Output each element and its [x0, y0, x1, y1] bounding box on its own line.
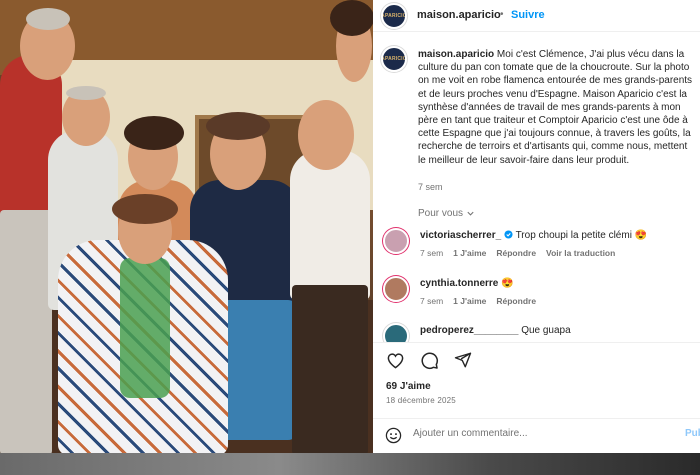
comment-meta: 7 sem 1 J'aime Répondre [420, 296, 536, 306]
for-you-toggle[interactable]: Pour vous [418, 208, 475, 219]
like-count[interactable]: 69 J'aime [386, 381, 431, 392]
verified-badge-icon [504, 230, 513, 239]
comment-item: victoriascherrer_ Trop choupi la petite … [383, 228, 693, 264]
author-avatar[interactable]: APARICIO [381, 3, 407, 29]
chevron-down-icon [467, 211, 474, 216]
commenter-username[interactable]: cynthia.tonnerre [420, 278, 498, 289]
comment-time: 7 sem [420, 296, 444, 306]
header-separator: • [500, 9, 504, 20]
girl-hair [112, 194, 178, 224]
comment-item: pedroperez________ Que guapa [383, 323, 693, 349]
post-header: APARICIO maison.aparicio • Suivre [373, 0, 700, 32]
person-grey-trousers [0, 210, 52, 455]
follow-button[interactable]: Suivre [511, 9, 545, 21]
share-button[interactable] [453, 350, 473, 370]
comment-time: 7 sem [420, 248, 444, 258]
like-button[interactable] [385, 350, 405, 370]
comment-item: cynthia.tonnerre 😍 7 sem 1 J'aime Répond… [383, 276, 693, 312]
commenter-username[interactable]: pedroperez________ [420, 325, 518, 336]
reply-button[interactable]: Répondre [496, 296, 536, 306]
author-username[interactable]: maison.aparicio [417, 9, 501, 21]
comment-emoji: 😍 [501, 278, 514, 289]
comment-text: Que guapa [521, 325, 571, 336]
person-white-shirt [290, 150, 370, 300]
caption-text: Moi c'est Clémence, J'ai plus vécu dans … [418, 49, 693, 166]
comment-text-line: victoriascherrer_ Trop choupi la petite … [420, 230, 647, 241]
background-strip [0, 453, 700, 475]
person-dark-trousers [292, 285, 368, 455]
post-caption: maison.aparicio Moi c'est Clémence, J'ai… [418, 48, 693, 167]
add-comment-input[interactable] [413, 428, 663, 439]
comment-text: Trop choupi la petite clémi [515, 230, 632, 241]
person-head [298, 100, 354, 170]
smiley-icon [385, 427, 402, 444]
comment-emoji: 😍 [634, 230, 648, 241]
publish-button[interactable]: Pub [685, 428, 700, 439]
reply-button[interactable]: Répondre [496, 248, 536, 258]
for-you-label: Pour vous [418, 208, 464, 219]
commenter-avatar[interactable] [383, 276, 409, 302]
comment-likes[interactable]: 1 J'aime [453, 296, 486, 306]
caption-author-avatar[interactable]: APARICIO [381, 46, 407, 72]
person-hair [26, 8, 70, 30]
comment-likes[interactable]: 1 J'aime [453, 248, 486, 258]
caption-username[interactable]: maison.aparicio [418, 49, 494, 60]
post-panel: APARICIO maison.aparicio • Suivre APARIC… [373, 0, 700, 453]
heart-icon [387, 352, 403, 369]
caption-time: 7 sem [418, 182, 443, 192]
action-bar [385, 350, 473, 370]
comment-text-line: cynthia.tonnerre 😍 [420, 278, 514, 289]
girl-green-shawl [120, 258, 170, 398]
commenter-avatar[interactable] [383, 228, 409, 254]
post-photo[interactable] [0, 0, 373, 475]
comment-icon [420, 351, 438, 369]
commenter-username[interactable]: victoriascherrer_ [420, 230, 501, 241]
add-comment-bar: Pub [373, 418, 700, 453]
comment-button[interactable] [419, 350, 439, 370]
avatar-logo-text: APARICIO [381, 13, 407, 19]
see-translation-button[interactable]: Voir la traduction [546, 248, 615, 258]
comment-meta: 7 sem 1 J'aime Répondre Voir la traducti… [420, 248, 615, 258]
share-icon [454, 352, 472, 368]
person-hair [124, 116, 184, 150]
emoji-button[interactable] [385, 427, 402, 449]
person-hair [66, 86, 106, 100]
person-hair [206, 112, 270, 140]
comment-text-line: pedroperez________ Que guapa [420, 325, 571, 336]
person-hair [330, 0, 373, 36]
avatar-logo-text: APARICIO [381, 56, 407, 62]
post-date: 18 décembre 2025 [386, 396, 456, 405]
